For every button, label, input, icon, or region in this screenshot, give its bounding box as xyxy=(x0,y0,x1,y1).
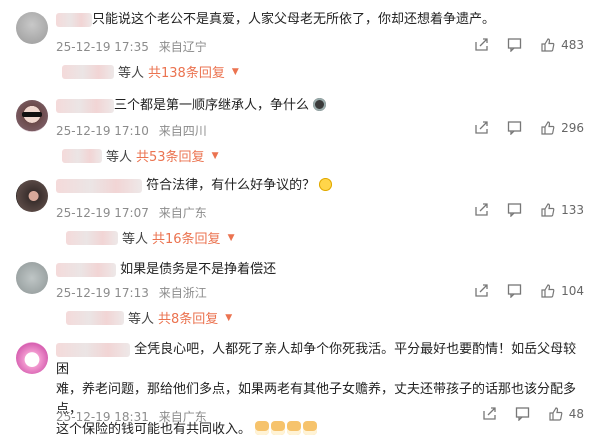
reply-count: 共8条回复 xyxy=(158,312,219,327)
comment-icon xyxy=(507,38,522,52)
comment-icon xyxy=(507,284,522,298)
comment-location: 来自浙江 xyxy=(158,286,207,300)
comment-button[interactable] xyxy=(507,283,522,298)
share-icon xyxy=(475,38,488,51)
comment-text: 全凭良心吧，人都死了亲人却争个你死我活。平分最好也要酌情！如岳父母较困 难，养老… xyxy=(56,340,578,440)
share-icon xyxy=(475,203,488,216)
username-redacted[interactable] xyxy=(56,12,92,27)
comment-actions: 483 xyxy=(474,37,584,52)
comment-location: 来自辽宁 xyxy=(158,40,207,54)
comment-actions: 104 xyxy=(474,283,584,298)
comment-icon xyxy=(507,203,522,217)
comment-icon xyxy=(515,407,529,421)
view-replies-link[interactable]: 等人 共8条回复 ▼ xyxy=(66,308,232,327)
comment-item: 符合法律，有什么好争议的？ 25-12-19 17:07 来自广东 133 等人… xyxy=(0,172,600,254)
view-replies-link[interactable]: 等人 共16条回复 ▼ xyxy=(66,228,234,247)
comment-location: 来自广东 xyxy=(158,410,207,424)
comment-date: 25-12-19 17:35 xyxy=(56,40,149,54)
comment-text: 如果是债务是不是挣着偿还 xyxy=(56,260,580,280)
reply-users-redacted xyxy=(62,64,114,79)
reply-count: 共53条回复 xyxy=(136,150,205,165)
like-count: 296 xyxy=(561,120,584,135)
thumbs-up-icon xyxy=(541,203,555,217)
comment-actions: 133 xyxy=(474,202,584,217)
comment-date: 25-12-19 17:10 xyxy=(56,124,149,138)
share-button[interactable] xyxy=(474,37,489,52)
comment-meta: 25-12-19 17:13 来自浙江 xyxy=(56,284,213,301)
tearful-emoji-icon xyxy=(313,98,327,111)
dog-emoji-icon xyxy=(271,421,286,435)
smile-emoji-icon xyxy=(319,178,333,191)
like-button[interactable]: 296 xyxy=(540,120,584,135)
reply-users-redacted xyxy=(62,148,102,163)
share-icon xyxy=(483,407,496,420)
thumbs-up-icon xyxy=(541,38,555,52)
avatar[interactable] xyxy=(16,12,48,44)
like-button[interactable]: 48 xyxy=(548,406,584,421)
comment-date: 25-12-19 18:31 xyxy=(56,410,149,424)
view-replies-link[interactable]: 等人 共138条回复 ▼ xyxy=(62,62,239,81)
comment-button[interactable] xyxy=(507,202,522,217)
comment-location: 来自四川 xyxy=(158,124,207,138)
chevron-down-icon: ▼ xyxy=(231,66,239,77)
dog-emoji-icon xyxy=(287,421,302,435)
thumbs-up-icon xyxy=(541,284,555,298)
comment-actions: 296 xyxy=(474,120,584,135)
username-redacted[interactable] xyxy=(56,178,142,193)
share-icon xyxy=(475,121,488,134)
comment-item: 全凭良心吧，人都死了亲人却争个你死我活。平分最好也要酌情！如岳父母较困 难，养老… xyxy=(0,336,600,437)
reply-count: 共16条回复 xyxy=(152,232,221,247)
comment-date: 25-12-19 17:13 xyxy=(56,286,149,300)
like-count: 48 xyxy=(568,406,584,421)
share-icon xyxy=(475,284,488,297)
like-button[interactable]: 133 xyxy=(540,202,584,217)
comment-meta: 25-12-19 18:31 来自广东 xyxy=(56,408,213,425)
like-count: 104 xyxy=(561,283,584,298)
share-button[interactable] xyxy=(482,406,497,421)
reply-count: 共138条回复 xyxy=(148,66,225,81)
like-button[interactable]: 104 xyxy=(540,283,584,298)
comment-button[interactable] xyxy=(507,120,522,135)
share-button[interactable] xyxy=(474,120,489,135)
comment-meta: 25-12-19 17:35 来自辽宁 xyxy=(56,38,213,55)
share-button[interactable] xyxy=(474,202,489,217)
share-button[interactable] xyxy=(474,283,489,298)
comment-item: 只能说这个老公不是真爱，人家父母老无所依了，你却还想着争遗产。 25-12-19… xyxy=(0,0,600,90)
chevron-down-icon: ▼ xyxy=(227,232,235,243)
reply-users-redacted xyxy=(66,230,118,245)
comment-text-line: 全凭良心吧，人都死了亲人却争个你死我活。平分最好也要酌情！如岳父母较困 xyxy=(56,342,577,377)
dog-emoji-icon xyxy=(303,421,318,435)
comment-date: 25-12-19 17:07 xyxy=(56,206,149,220)
thumbs-up-icon xyxy=(549,407,563,421)
username-redacted[interactable] xyxy=(56,342,130,357)
avatar[interactable] xyxy=(16,180,48,212)
username-redacted[interactable] xyxy=(56,98,114,113)
comment-text: 只能说这个老公不是真爱，人家父母老无所依了，你却还想着争遗产。 xyxy=(56,10,580,30)
comment-icon xyxy=(507,121,522,135)
comment-meta: 25-12-19 17:10 来自四川 xyxy=(56,122,213,139)
comment-meta: 25-12-19 17:07 来自广东 xyxy=(56,204,213,221)
like-count: 483 xyxy=(561,37,584,52)
comment-text: 三个都是第一顺序继承人，争什么 xyxy=(56,96,580,116)
reply-users-redacted xyxy=(66,310,124,325)
comment-button[interactable] xyxy=(515,406,530,421)
view-replies-link[interactable]: 等人 共53条回复 ▼ xyxy=(62,146,218,165)
comment-actions: 48 xyxy=(482,406,584,421)
thumbs-up-icon xyxy=(541,121,555,135)
comment-text: 符合法律，有什么好争议的？ xyxy=(56,176,580,196)
chevron-down-icon: ▼ xyxy=(225,312,233,323)
chevron-down-icon: ▼ xyxy=(211,150,219,161)
avatar[interactable] xyxy=(16,342,48,374)
like-button[interactable]: 483 xyxy=(540,37,584,52)
comment-item: 三个都是第一顺序继承人，争什么 25-12-19 17:10 来自四川 296 … xyxy=(0,90,600,172)
avatar[interactable] xyxy=(16,100,48,132)
avatar[interactable] xyxy=(16,262,48,294)
like-count: 133 xyxy=(561,202,584,217)
username-redacted[interactable] xyxy=(56,262,116,277)
comment-button[interactable] xyxy=(507,37,522,52)
dog-emoji-icon xyxy=(255,421,270,435)
comment-location: 来自广东 xyxy=(158,206,207,220)
comment-item: 如果是债务是不是挣着偿还 25-12-19 17:13 来自浙江 104 等人 … xyxy=(0,254,600,336)
